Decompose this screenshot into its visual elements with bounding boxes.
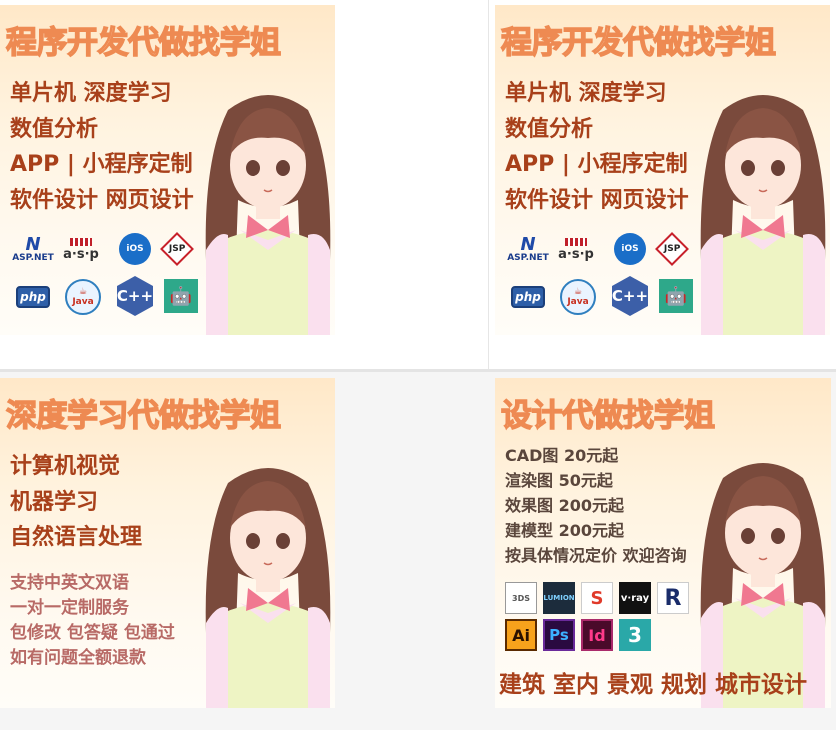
sketchup-logo: S (581, 582, 613, 614)
ios-logo: iOS (614, 233, 646, 265)
feature-line: 一对一定制服务 (10, 598, 129, 618)
asp-logo: a·s·p (558, 232, 594, 266)
android-logo: 🤖 (164, 279, 198, 313)
feature-line: 包修改 包答疑 包通过 (10, 623, 175, 643)
feature-line: 支持中英文双语 (10, 573, 129, 593)
card-title: 深度学习代做找学姐 (5, 397, 281, 434)
price-line: 效果图 200元起 (505, 496, 624, 515)
jsp-logo: JSP (160, 232, 194, 266)
girl-illustration (205, 468, 331, 708)
girl-illustration (205, 95, 331, 335)
aspnet-logo: N ASP.NET (507, 233, 549, 263)
price-line: 渲染图 50元起 (505, 471, 613, 490)
id-logo: Id (581, 619, 613, 651)
service-line: APP | 小程序定制 (10, 152, 193, 177)
ps-logo: Ps (543, 619, 575, 651)
revit-logo: R (657, 582, 689, 614)
java-logo: ☕ Java (65, 279, 101, 315)
row-divider (0, 369, 836, 372)
design-categories: 建筑 室内 景观 规划 城市设计 (499, 672, 808, 698)
dev-card-left[interactable]: 程序开发代做找学姐 单片机 深度学习 数值分析 APP | 小程序定制 软件设计… (0, 5, 335, 335)
service-line: 机器学习 (10, 490, 99, 515)
service-line: 单片机 深度学习 (505, 81, 667, 106)
price-line: 按具体情况定价 欢迎咨询 (505, 546, 687, 565)
aspnet-logo: N ASP.NET (12, 233, 54, 263)
girl-illustration (700, 95, 826, 335)
service-line: 计算机视觉 (10, 454, 121, 479)
deep-learning-card[interactable]: 深度学习代做找学姐 计算机视觉 机器学习 自然语言处理 支持中英文双语 一对一定… (0, 378, 335, 708)
3dsmax-logo: 3DS (505, 582, 537, 614)
card-title: 程序开发代做找学姐 (500, 24, 776, 61)
java-logo: ☕ Java (560, 279, 596, 315)
card-title: 程序开发代做找学姐 (5, 24, 281, 61)
cpp-logo: C++ (117, 276, 153, 316)
column-divider (488, 0, 489, 370)
vray-logo: v·ray (619, 582, 651, 614)
php-logo: php (511, 286, 545, 308)
card-title: 设计代做找学姐 (500, 397, 715, 434)
service-line: 单片机 深度学习 (10, 81, 172, 106)
price-line: 建模型 200元起 (505, 521, 624, 540)
service-line: 数值分析 (505, 117, 594, 142)
lumion-logo: LUMION (543, 582, 575, 614)
cpp-logo: C++ (612, 276, 648, 316)
service-line: 自然语言处理 (10, 525, 143, 550)
php-logo: php (16, 286, 50, 308)
ai-logo: Ai (505, 619, 537, 651)
max-logo: 3 (619, 619, 651, 651)
android-logo: 🤖 (659, 279, 693, 313)
jsp-logo: JSP (655, 232, 689, 266)
design-card[interactable]: 设计代做找学姐 CAD图 20元起 渲染图 50元起 效果图 200元起 建模型… (495, 378, 831, 708)
dev-card-right[interactable]: 程序开发代做找学姐 单片机 深度学习 数值分析 APP | 小程序定制 软件设计… (495, 5, 830, 335)
ios-logo: iOS (119, 233, 151, 265)
asp-logo: a·s·p (63, 232, 99, 266)
price-line: CAD图 20元起 (505, 446, 619, 465)
service-line: 软件设计 网页设计 (10, 188, 194, 213)
service-line: 数值分析 (10, 117, 99, 142)
feature-line: 如有问题全额退款 (10, 648, 146, 668)
service-line: 软件设计 网页设计 (505, 188, 689, 213)
service-line: APP | 小程序定制 (505, 152, 688, 177)
